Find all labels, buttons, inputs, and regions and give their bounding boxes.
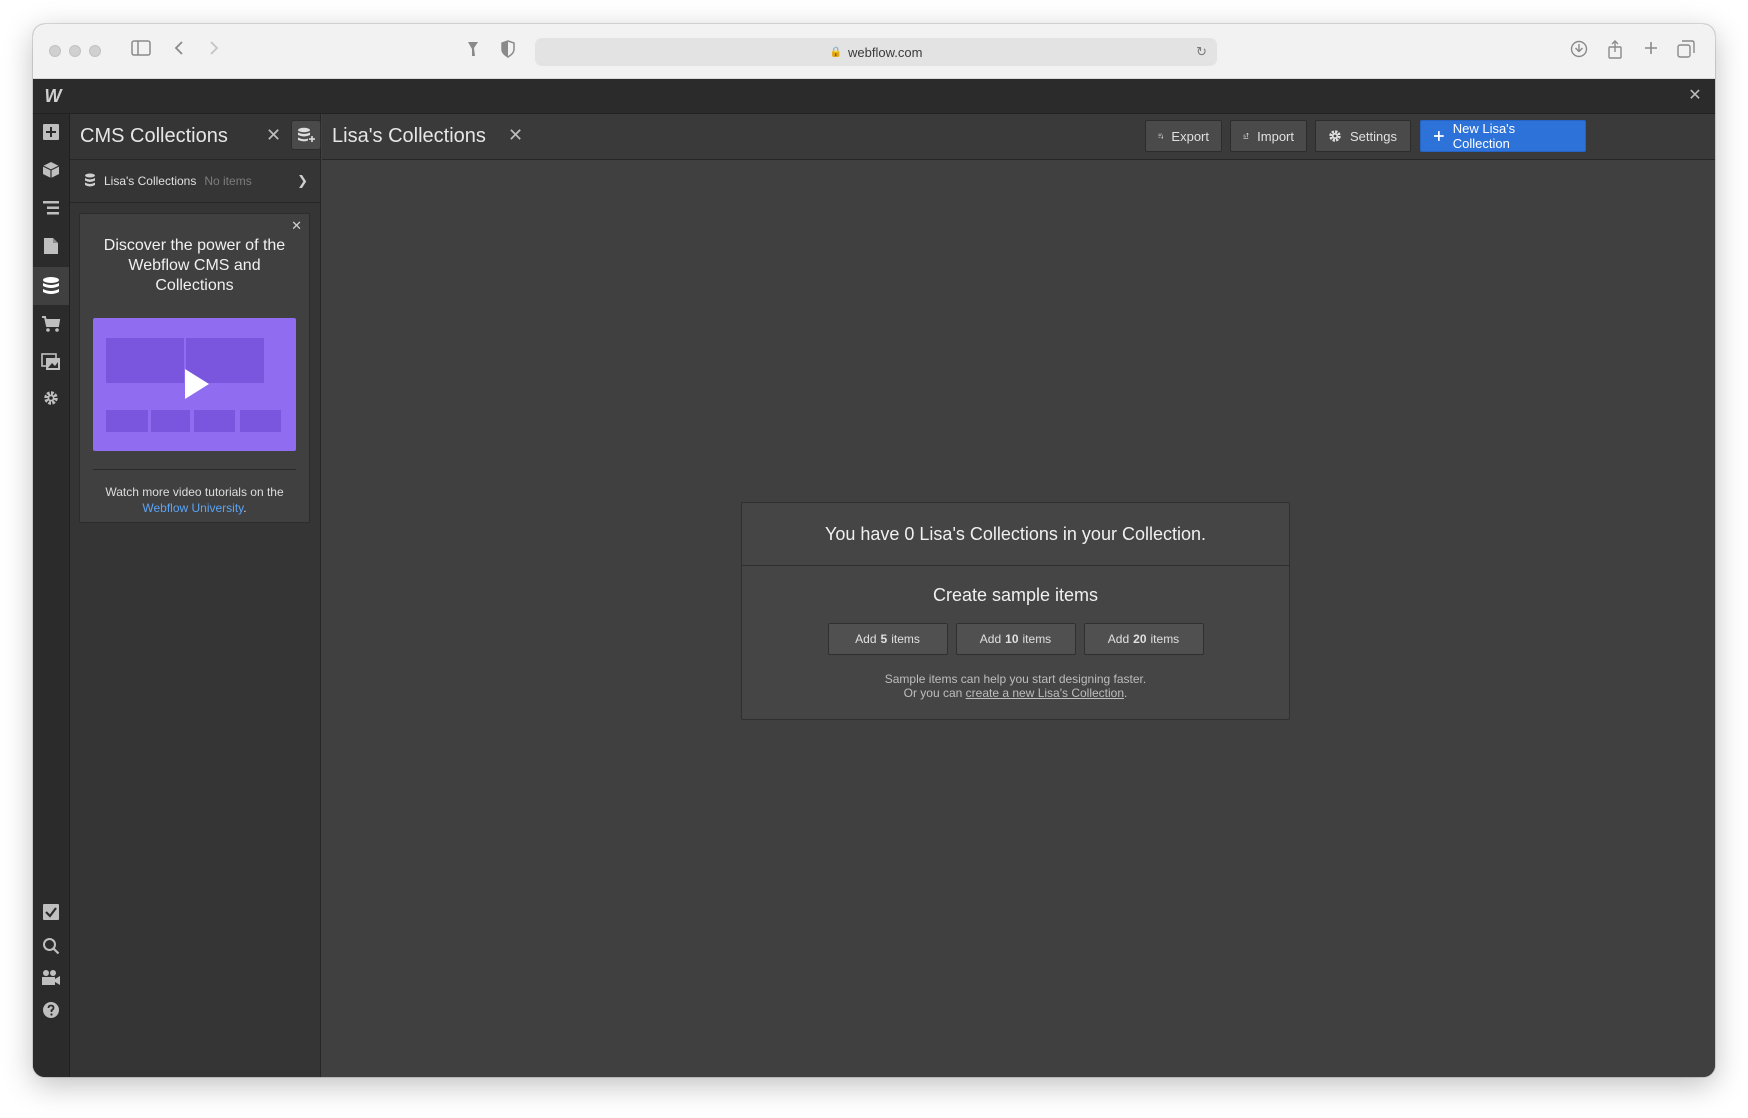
audit-checkbox-icon[interactable] — [33, 894, 69, 930]
designer-left-toolbar — [33, 114, 70, 1077]
import-button[interactable]: Import — [1230, 120, 1307, 152]
help-icon[interactable] — [33, 992, 69, 1028]
note-line-2-suffix: . — [1124, 686, 1128, 700]
downloads-icon[interactable] — [1570, 40, 1588, 62]
collection-list-item[interactable]: Lisa's Collections No items ❯ — [70, 160, 320, 203]
video-thumb-block — [106, 338, 184, 383]
add-panel-icon[interactable] — [33, 114, 69, 150]
settings-label: Settings — [1350, 128, 1397, 144]
tab-overview-icon[interactable] — [1677, 40, 1695, 62]
item-count: 10 — [1005, 632, 1019, 646]
promo-footer-text: Watch more video tutorials on the — [105, 485, 284, 499]
reload-icon[interactable]: ↻ — [1196, 44, 1207, 60]
close-collection-icon[interactable]: ✕ — [508, 124, 523, 146]
note-line-1: Sample items can help you start designin… — [884, 672, 1147, 686]
collection-name: Lisa's Collections — [104, 174, 197, 188]
assets-icon[interactable] — [33, 344, 69, 380]
add-database-icon — [298, 127, 315, 142]
empty-state-message: You have 0 Lisa's Collections in your Co… — [742, 503, 1289, 566]
item-count: 5 — [880, 632, 888, 646]
url-text: webflow.com — [848, 44, 923, 60]
video-thumb-block — [194, 410, 235, 432]
item-count: 20 — [1133, 632, 1147, 646]
sample-items-note: Sample items can help you start designin… — [742, 672, 1289, 700]
back-icon[interactable] — [173, 40, 185, 60]
gear-icon — [1329, 130, 1341, 142]
search-icon[interactable] — [33, 928, 69, 964]
extension-icon[interactable] — [465, 40, 481, 62]
video-thumb-block — [240, 410, 281, 432]
webflow-app: W ✕ CMS Collections ✕ Lisa's Collections… — [33, 79, 1715, 1077]
promo-divider — [93, 469, 296, 470]
empty-state-card: You have 0 Lisa's Collections in your Co… — [741, 502, 1290, 720]
promo-title: Discover the power of the Webflow CMS an… — [103, 237, 286, 294]
settings-gear-icon[interactable] — [33, 380, 69, 416]
collection-title: Lisa's Collections — [332, 125, 486, 147]
items-label: items — [1022, 632, 1052, 646]
promo-footer-period: . — [243, 501, 247, 515]
cms-promo-card: ✕ Discover the power of the Webflow CMS … — [79, 213, 310, 523]
settings-button[interactable]: Settings — [1315, 120, 1411, 152]
add-label: Add — [855, 632, 877, 646]
webflow-university-link[interactable]: Webflow University — [142, 501, 243, 515]
privacy-shield-icon[interactable] — [501, 40, 515, 62]
ecommerce-cart-icon[interactable] — [33, 306, 69, 342]
add-10-items-button[interactable]: Add 10 items — [955, 623, 1076, 655]
create-collection-link[interactable]: create a new Lisa's Collection — [966, 686, 1124, 700]
collection-main-area: Lisa's Collections ✕ Export Import Setti… — [322, 114, 1715, 1077]
sample-items-heading: Create sample items — [932, 585, 1099, 605]
window-close-dot[interactable] — [49, 45, 61, 57]
close-designer-icon[interactable]: ✕ — [1685, 86, 1705, 106]
forward-icon[interactable] — [208, 40, 220, 60]
note-line-2-prefix: Or you can — [903, 686, 963, 700]
share-icon[interactable] — [1607, 40, 1623, 64]
import-icon — [1243, 132, 1249, 139]
new-collection-item-button[interactable]: New Lisa's Collection — [1420, 120, 1586, 152]
add-20-items-button[interactable]: Add 20 items — [1083, 623, 1204, 655]
plus-icon — [1433, 131, 1444, 141]
window-minimize-dot[interactable] — [69, 45, 81, 57]
chevron-right-icon: ❯ — [297, 173, 308, 188]
items-label: items — [1150, 632, 1180, 646]
promo-footer: Watch more video tutorials on the Webflo… — [90, 484, 299, 516]
import-label: Import — [1257, 128, 1294, 144]
export-button[interactable]: Export — [1145, 120, 1222, 152]
video-thumb-block — [106, 410, 148, 432]
panel-header: CMS Collections ✕ — [70, 114, 321, 160]
video-tutorials-icon[interactable] — [33, 960, 69, 996]
cms-collections-panel: CMS Collections ✕ Lisa's Collections No … — [70, 114, 321, 1077]
sidebar-toggle-icon[interactable] — [131, 40, 151, 60]
browser-window: 🔒 webflow.com ↻ W ✕ CMS Collections ✕ Li… — [33, 24, 1715, 1077]
window-zoom-dot[interactable] — [89, 45, 101, 57]
symbols-cube-icon[interactable] — [33, 152, 69, 188]
promo-video-thumbnail[interactable] — [93, 318, 296, 451]
add-5-items-button[interactable]: Add 5 items — [827, 623, 948, 655]
navigator-icon[interactable] — [33, 190, 69, 226]
sample-items-buttons: Add 5 items Add 10 items Add 20 items — [742, 623, 1289, 655]
collection-header: Lisa's Collections ✕ Export Import Setti… — [322, 114, 1715, 160]
lock-icon: 🔒 — [829, 46, 843, 58]
browser-toolbar: 🔒 webflow.com ↻ — [33, 24, 1715, 79]
video-thumb-block — [151, 410, 190, 432]
webflow-logo-icon[interactable]: W — [41, 85, 65, 107]
designer-topbar: W ✕ — [33, 79, 1715, 114]
new-tab-icon[interactable] — [1643, 40, 1659, 60]
add-collection-button[interactable] — [291, 120, 321, 150]
cms-collections-icon[interactable] — [33, 267, 69, 305]
new-collection-item-label: New Lisa's Collection — [1452, 121, 1516, 151]
items-label: items — [891, 632, 920, 646]
close-panel-icon[interactable]: ✕ — [266, 124, 281, 146]
database-icon — [84, 173, 96, 190]
export-icon — [1158, 133, 1164, 139]
export-label: Export — [1171, 128, 1209, 144]
close-promo-icon[interactable]: ✕ — [291, 218, 302, 234]
add-label: Add — [979, 632, 1002, 646]
collection-item-count: No items — [204, 174, 252, 188]
pages-icon[interactable] — [33, 228, 69, 264]
add-label: Add — [1107, 632, 1130, 646]
address-bar[interactable]: 🔒 webflow.com ↻ — [535, 38, 1217, 66]
play-icon[interactable] — [185, 369, 209, 399]
panel-title: CMS Collections — [80, 125, 228, 147]
